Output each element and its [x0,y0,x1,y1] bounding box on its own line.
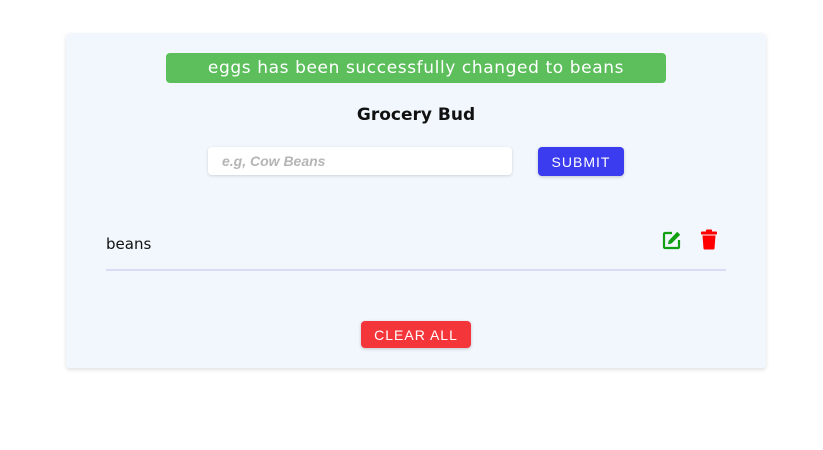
grocery-item-input[interactable] [208,147,512,175]
clear-all-button[interactable]: CLEAR ALL [361,321,471,348]
delete-button[interactable] [699,229,719,251]
submit-button[interactable]: SUBMIT [538,147,624,176]
edit-icon [662,231,681,250]
success-alert: eggs has been successfully changed to be… [166,53,666,83]
edit-button[interactable] [662,230,682,250]
grocery-list: beans [106,223,726,271]
list-item: beans [106,223,726,271]
grocery-card: eggs has been successfully changed to be… [66,33,766,368]
page-title: Grocery Bud [356,105,476,125]
trash-icon [701,229,717,250]
item-label: beans [106,235,152,253]
